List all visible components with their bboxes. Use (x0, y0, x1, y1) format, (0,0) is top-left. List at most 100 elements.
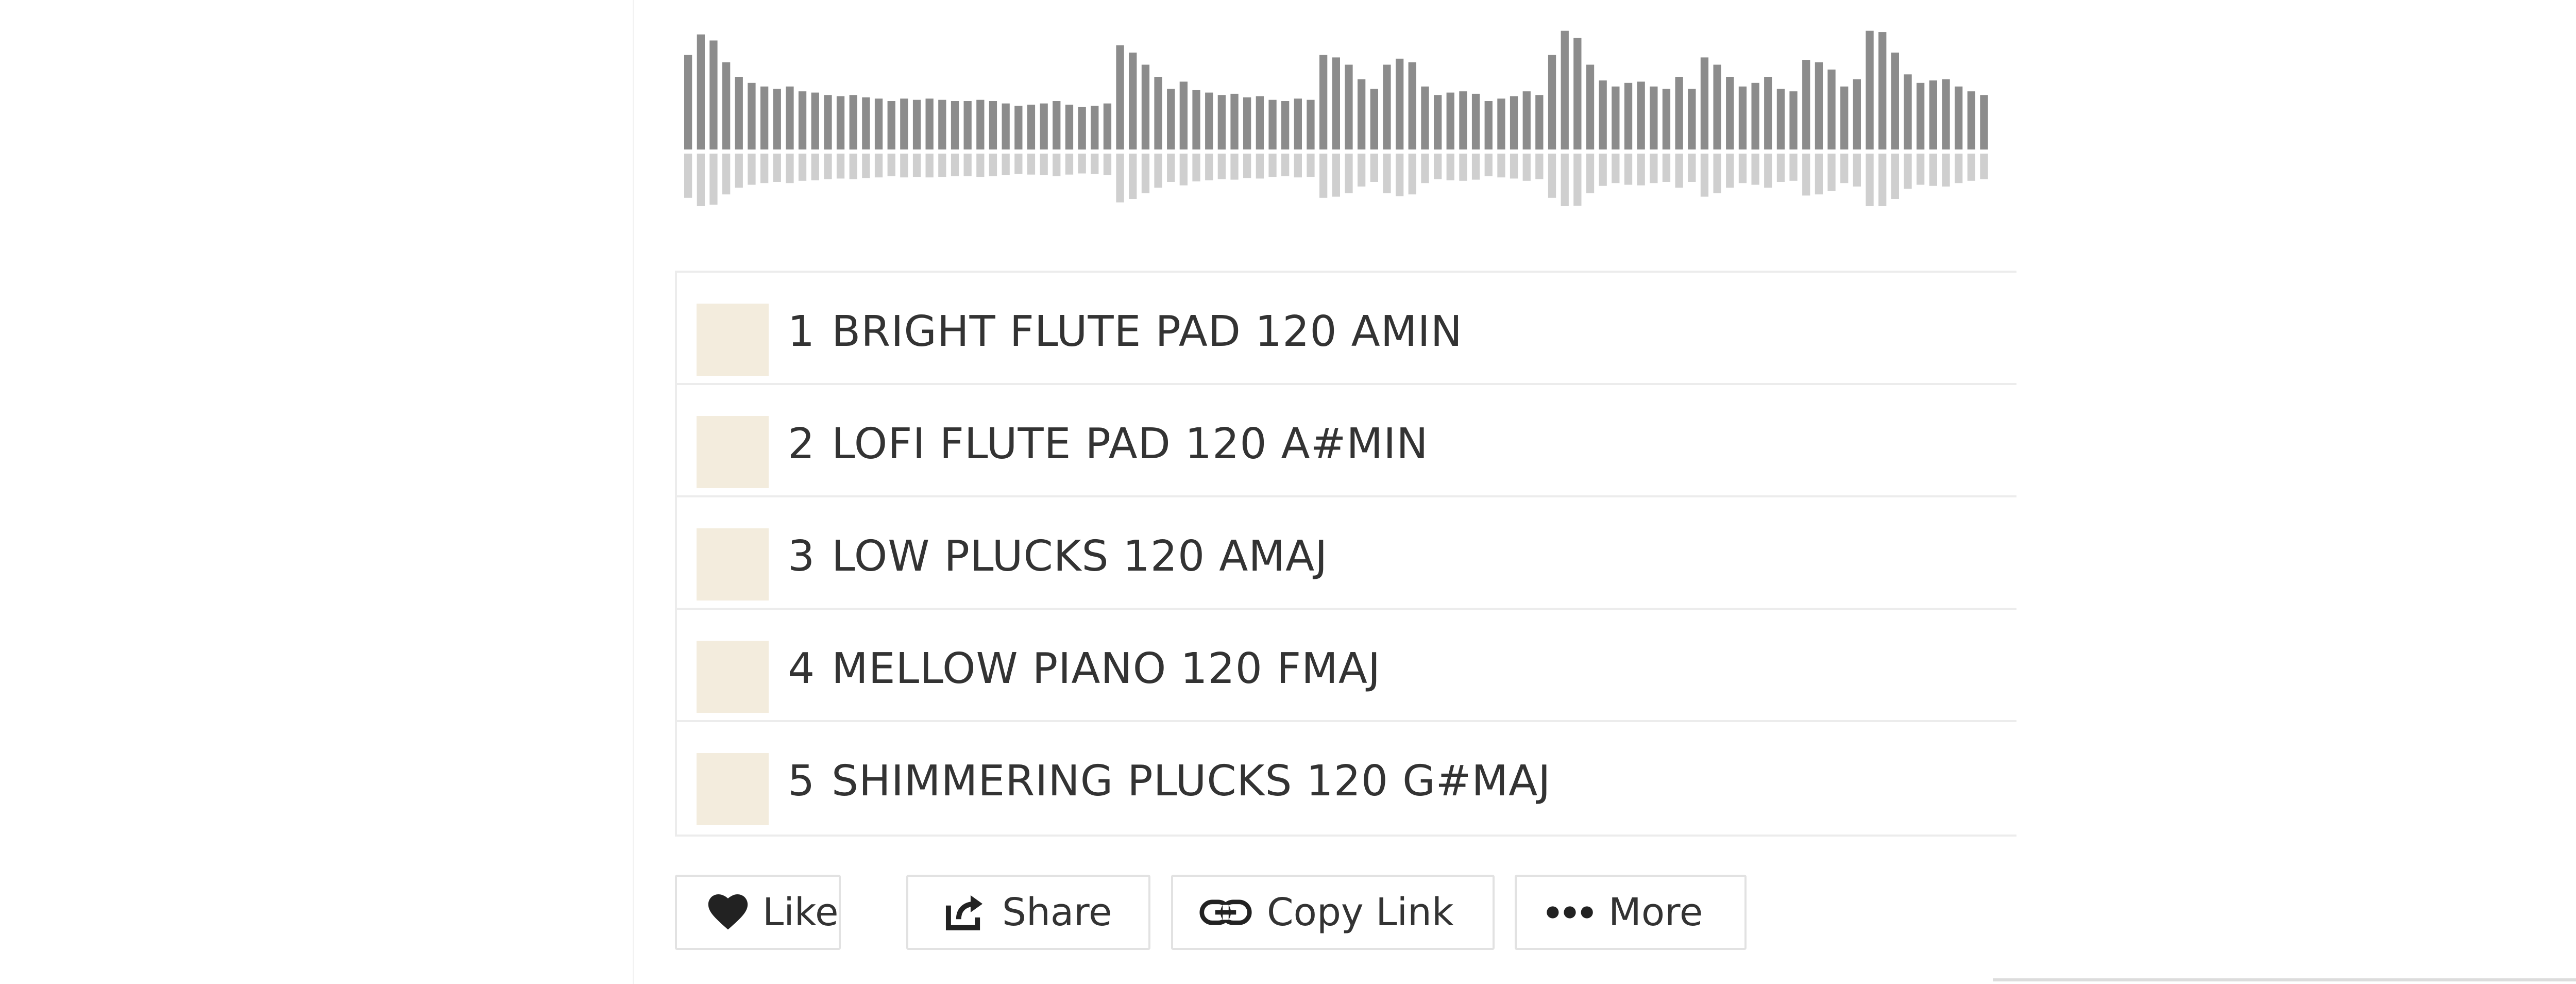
waveform-reflection-bar (874, 154, 883, 178)
waveform-bar (1484, 101, 1493, 149)
track-artwork (697, 753, 769, 825)
waveform-reflection-bar (1268, 154, 1277, 177)
waveform-bar (1243, 97, 1251, 149)
waveform-bar (1459, 91, 1467, 149)
waveform-bar (1866, 30, 1874, 150)
waveform-bar (912, 99, 921, 149)
waveform-reflection-bar (1840, 154, 1849, 184)
waveform-reflection-bar (1230, 154, 1239, 180)
waveform-bar (1408, 62, 1416, 149)
waveform-bar (1510, 96, 1518, 149)
track-title[interactable]: LOFI FLUTE PAD 120 A#MIN (832, 416, 1429, 473)
waveform-bar (1396, 58, 1404, 150)
waveform-reflection-bar (1383, 154, 1391, 193)
track-artwork (697, 304, 769, 376)
track-row[interactable]: 4 MELLOW PIANO 120 FMAJ (677, 610, 2016, 722)
waveform[interactable] (684, 21, 1993, 206)
waveform-reflection-bar (1434, 154, 1442, 179)
track-title[interactable]: BRIGHT FLUTE PAD 120 AMIN (832, 304, 1463, 360)
waveform-reflection-bar (900, 154, 908, 178)
waveform-reflection-bar (1179, 154, 1188, 186)
waveform-bar (1662, 89, 1671, 149)
waveform-reflection-bar (862, 154, 870, 178)
waveform-bar (1967, 91, 1975, 149)
waveform-bar (1307, 99, 1315, 149)
waveform-reflection-bar (1408, 154, 1416, 195)
waveform-bar (1904, 74, 1912, 149)
waveform-reflection-bar (1548, 154, 1556, 198)
tracklist: 1 BRIGHT FLUTE PAD 120 AMIN 2 LOFI FLUTE… (675, 271, 2016, 837)
waveform-reflection-bar (1904, 154, 1912, 189)
waveform-reflection-bar (1243, 154, 1251, 178)
more-button[interactable]: More (1515, 875, 1747, 950)
panel-divider (1993, 978, 2576, 981)
track-title[interactable]: SHIMMERING PLUCKS 120 G#MAJ (832, 753, 1551, 810)
waveform-reflection-bar (1980, 154, 1988, 179)
share-label: Share (1002, 890, 1112, 935)
waveform-bar (697, 34, 705, 150)
link-icon (1199, 897, 1252, 927)
waveform-bar (1294, 98, 1302, 149)
waveform-bar (1955, 86, 1963, 149)
share-button[interactable]: Share (906, 875, 1150, 950)
waveform-bar (849, 95, 857, 150)
waveform-reflection-bar (1129, 154, 1137, 199)
waveform-reflection-bar (1815, 154, 1823, 195)
track-number: 4 (788, 644, 815, 693)
waveform-reflection-bar (989, 154, 997, 176)
waveform-reflection-bar (1078, 154, 1086, 174)
waveform-bar (1002, 103, 1010, 149)
waveform-reflection-bar (1065, 154, 1074, 175)
waveform-reflection-bar (709, 154, 718, 205)
waveform-bar (1230, 93, 1239, 149)
waveform-reflection-bar (1192, 154, 1200, 181)
track-title[interactable]: LOW PLUCKS 120 AMAJ (832, 528, 1328, 585)
waveform-reflection-bar (912, 154, 921, 177)
track-row[interactable]: 2 LOFI FLUTE PAD 120 A#MIN (677, 385, 2016, 497)
waveform-reflection-bar (1764, 154, 1772, 188)
waveform-bar (874, 98, 883, 149)
copy-link-button[interactable]: Copy Link (1171, 875, 1495, 950)
waveform-bar (1878, 32, 1887, 149)
waveform-bar (1014, 106, 1023, 149)
waveform-reflection-bar (1256, 154, 1264, 179)
like-button[interactable]: Like (675, 875, 841, 950)
waveform-bar (1764, 77, 1772, 149)
waveform-bar (1116, 45, 1124, 150)
waveform-bar (900, 98, 908, 149)
waveform-reflection-bar (1624, 154, 1633, 185)
waveform-reflection-bar (1713, 154, 1721, 193)
waveform-bar (735, 77, 743, 149)
waveform-bar (1471, 93, 1480, 149)
waveform-reflection-bar (1675, 154, 1683, 188)
waveform-bar (1053, 101, 1061, 149)
track-row[interactable]: 5 SHIMMERING PLUCKS 120 G#MAJ (677, 722, 2016, 835)
track-row[interactable]: 1 BRIGHT FLUTE PAD 120 AMIN (677, 273, 2016, 385)
track-artwork (697, 641, 769, 713)
waveform-reflection-bar (1662, 154, 1671, 182)
waveform-bar (1040, 103, 1048, 149)
waveform-bar (1167, 89, 1175, 149)
waveform-bar (1535, 95, 1544, 150)
waveform-bar (1840, 86, 1849, 149)
waveform-reflection-bar (722, 154, 731, 195)
track-title[interactable]: MELLOW PIANO 120 FMAJ (832, 641, 1381, 697)
waveform-bar (1599, 80, 1607, 149)
track-number: 5 (788, 757, 815, 806)
waveform-bar (798, 91, 807, 149)
track-row[interactable]: 3 LOW PLUCKS 120 AMAJ (677, 497, 2016, 610)
waveform-reflection-bar (684, 154, 692, 198)
waveform-bar (1738, 86, 1747, 149)
waveform-bar (824, 95, 832, 150)
waveform-bar (1065, 105, 1074, 150)
waveform-reflection-bar (1878, 154, 1887, 206)
waveform-reflection-bar (1776, 154, 1785, 182)
waveform-reflection-bar (1116, 154, 1124, 203)
waveform-reflection-bar (1535, 154, 1544, 179)
waveform-reflection-bar (951, 154, 959, 176)
waveform-reflection-bar (1789, 154, 1798, 181)
waveform-bar (1268, 99, 1277, 149)
waveform-bar (1853, 79, 1861, 149)
waveform-reflection-bar (836, 154, 845, 179)
waveform-reflection-bar (1307, 154, 1315, 177)
